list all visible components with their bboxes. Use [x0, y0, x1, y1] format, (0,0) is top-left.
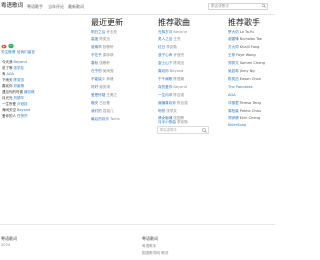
sidebar-song-10[interactable]: 爱你的人任贤齐	[2, 114, 28, 119]
singer-item[interactable]: 谢霆锋Nicholas Tse	[228, 37, 262, 42]
singer-item[interactable]: 王菲Faye Wong	[228, 53, 256, 58]
follow-weibo-link[interactable]: 关注微博	[1, 50, 15, 55]
recommend-title: 推荐歌曲	[158, 18, 190, 27]
footer-divider	[0, 224, 275, 225]
singer-item[interactable]: 方大同Khalil Fong	[228, 45, 259, 50]
latest-item[interactable]: 爱是怀疑王菀之	[91, 93, 117, 98]
sidebar-song-5[interactable]: 喜欢你邓紫棋	[2, 84, 24, 89]
sidebar-song-9[interactable]: 海阔天空Beyond	[2, 108, 30, 113]
recommend-item[interactable]: 千千阙歌陈慧娴	[158, 77, 184, 82]
top-bar: 粤语歌词 粤语歌手 当年评论 最新歌词 歌名或歌手	[0, 0, 275, 15]
recommend-item[interactable]: 红日李克勤	[158, 45, 177, 50]
latest-item[interactable]: 春秋张敬轩	[91, 61, 110, 66]
recommend-item[interactable]: 光辉岁月Beyond	[158, 30, 187, 35]
singer-item[interactable]: AGA	[228, 93, 237, 98]
sidebar-song-6[interactable]: 遇见你的时候薛凯琪	[2, 90, 35, 95]
footer-link-singers[interactable]: 粤语歌手	[142, 244, 156, 249]
recommend-item[interactable]: 真的爱你Beyond	[158, 85, 187, 90]
nav-latest[interactable]: 最新歌词	[68, 5, 84, 9]
latest-item[interactable]: 我们的容祖儿	[91, 109, 114, 114]
sidebar-song-2[interactable]: 说了等张学友	[2, 66, 24, 71]
footer-left-title: 粤语歌词	[1, 236, 17, 241]
sidebar-song-7[interactable]: 月光光刘德华	[2, 96, 24, 101]
recommend-item[interactable]: 喜欢你Beyond	[158, 69, 183, 74]
nav-singers[interactable]: 粤语歌手	[27, 5, 43, 9]
singer-item[interactable]: 郑秀文Sammi Cheng	[228, 61, 265, 66]
latest-item[interactable]: 不在乎梁咏琪	[91, 53, 114, 58]
latest-item[interactable]: 不能缺少林峰	[91, 77, 114, 82]
song-search-box[interactable]: 歌名或歌手	[157, 126, 209, 134]
recommend-item[interactable]: 一生何求陈百强	[158, 93, 184, 98]
singer-item[interactable]: 罗大佑Lo Ta-Yu	[228, 30, 254, 35]
latest-item[interactable]: 高度陈奕迅	[91, 37, 110, 42]
latest-title: 最近更新	[91, 18, 123, 27]
sidebar-song-8[interactable]: 一生所爱卢冠廷	[2, 102, 28, 107]
singer-item[interactable]: KillerSoap	[228, 123, 247, 128]
recommend-item[interactable]: 富士山下陈奕迅	[158, 61, 184, 66]
singer-item[interactable]: 陈奕迅Eason Chan	[228, 77, 261, 82]
latest-item[interactable]: 谁稀罕张敬轩	[91, 45, 114, 50]
singer-item[interactable]: 吴若希Jinny Ng	[228, 69, 255, 74]
recommend-item[interactable]: 吻别张学友	[158, 109, 177, 114]
recommend-item[interactable]: 月半小夜曲李克勤	[158, 120, 188, 125]
recommend-item[interactable]: 男人之苦王杰	[158, 37, 181, 42]
singer-item[interactable]: 郑伊健Ekin Cheng	[228, 116, 260, 121]
leave-message-link[interactable]: 给我们留言	[17, 50, 35, 55]
nav-comments[interactable]: 当年评论	[48, 5, 64, 9]
footer-right-title: 粤语歌词	[142, 236, 158, 241]
wechat-icon[interactable]	[8, 43, 14, 49]
latest-item[interactable]: 好好谢安琪	[91, 85, 110, 90]
weibo-icon[interactable]	[1, 43, 7, 49]
recommend-item[interactable]: 浪子心声许冠杰	[158, 53, 184, 58]
singer-item[interactable]: The Pancakes	[228, 85, 254, 90]
singers-title: 推荐歌手	[228, 18, 260, 27]
latest-item[interactable]: 明日之后许志安	[91, 30, 117, 35]
search-input[interactable]: 歌名或歌手	[208, 3, 268, 10]
sidebar-song-4[interactable]: 下雨天陈奕迅	[2, 78, 24, 83]
sidebar-song-1[interactable]: 今天我Beyond	[2, 60, 27, 65]
site-logo[interactable]: 粤语歌词	[1, 3, 23, 10]
sidebar-song-3[interactable]: 有AGA	[2, 72, 14, 77]
latest-item[interactable]: 晚安古巨基	[91, 101, 110, 106]
singer-item[interactable]: 邓丽君Teresa Teng	[228, 101, 261, 106]
latest-item[interactable]: 在乎的吴雨霏	[91, 69, 114, 74]
search-icon[interactable]	[262, 4, 266, 8]
footer-link-mandarin[interactable]: 国语歌词网 歌词	[142, 251, 168, 256]
search-icon[interactable]	[202, 128, 207, 133]
latest-item[interactable]: 最后的欢乐Twins	[91, 117, 120, 122]
recommend-item[interactable]: 偏偏喜欢你陈百强	[158, 101, 188, 106]
footer-left-sub: 2024	[1, 243, 11, 247]
singer-item[interactable]: 周柏豪Pakho Chau	[228, 109, 261, 114]
